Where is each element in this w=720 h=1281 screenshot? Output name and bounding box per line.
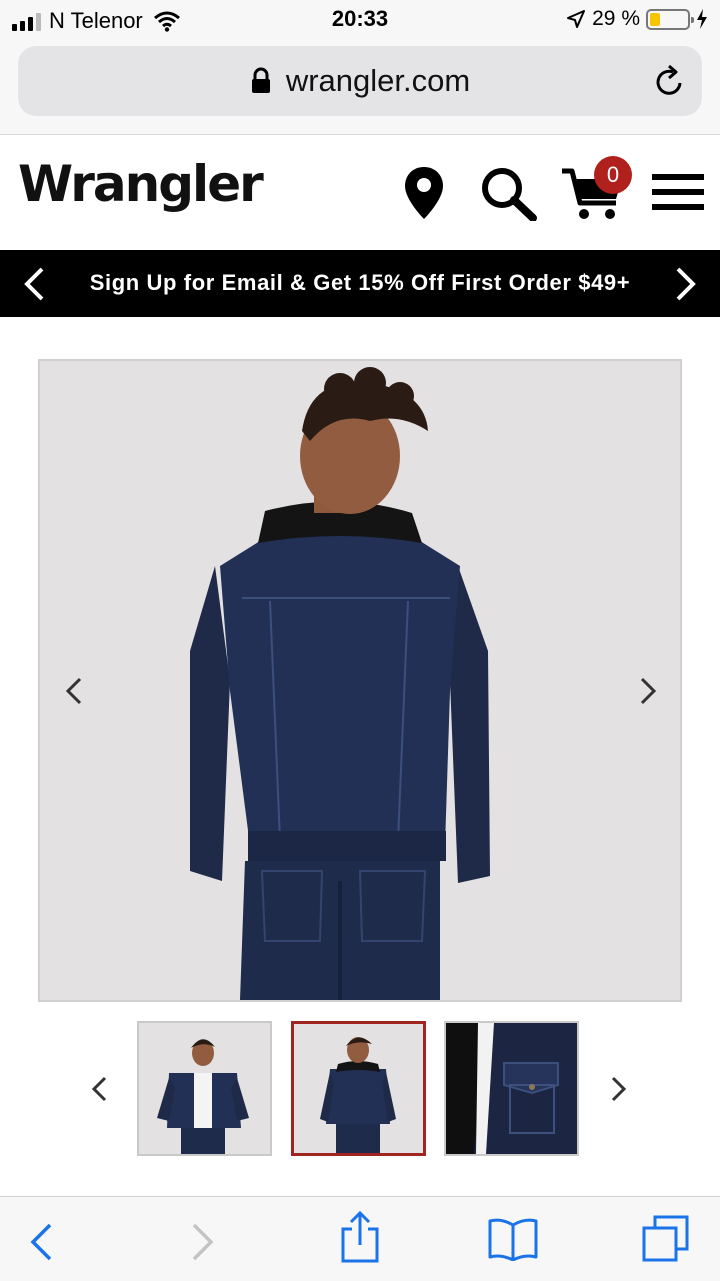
model-back-view-jacket-image [40, 361, 680, 1000]
browser-address-area: wrangler.com [0, 40, 720, 135]
tabs-icon[interactable] [641, 1215, 691, 1263]
location-pin-icon[interactable] [404, 167, 444, 219]
model-front-view-thumbnail-image [139, 1023, 270, 1154]
thumbnail-1[interactable] [137, 1021, 272, 1156]
cart-count-badge: 0 [594, 156, 632, 194]
charging-bolt-icon [697, 9, 707, 29]
hamburger-menu-icon[interactable] [652, 173, 704, 211]
back-icon[interactable] [28, 1223, 54, 1261]
wrangler-logo[interactable]: Wrangler [18, 155, 264, 213]
site-header: Wrangler 0 [0, 135, 720, 250]
promo-text[interactable]: Sign Up for Email & Get 15% Off First Or… [0, 270, 720, 296]
browser-toolbar [0, 1196, 720, 1281]
location-arrow-icon [567, 10, 586, 28]
address-bar[interactable]: wrangler.com [18, 46, 702, 116]
promo-banner: Sign Up for Email & Get 15% Off First Or… [0, 250, 720, 317]
thumbnails-prev-arrow-icon[interactable] [90, 1076, 108, 1102]
thumbnail-2[interactable] [291, 1021, 426, 1156]
status-bar: N Telenor 20:33 29 % [0, 0, 720, 40]
promo-next-arrow-icon[interactable] [674, 266, 698, 302]
thumbnail-3[interactable] [444, 1021, 579, 1156]
forward-icon[interactable] [190, 1223, 216, 1261]
battery-icon [646, 8, 694, 30]
product-main-image[interactable] [38, 359, 682, 1002]
search-icon[interactable] [481, 167, 537, 221]
bookmarks-icon[interactable] [487, 1217, 539, 1261]
thumbnails-next-arrow-icon[interactable] [610, 1076, 628, 1102]
jacket-detail-thumbnail-image [446, 1023, 577, 1154]
battery-percentage: 29 % [592, 7, 640, 30]
reload-icon[interactable] [654, 64, 686, 98]
lock-icon [251, 67, 270, 93]
share-icon[interactable] [339, 1211, 381, 1263]
model-back-view-thumbnail-image [294, 1024, 423, 1153]
url-text: wrangler.com [285, 63, 471, 98]
